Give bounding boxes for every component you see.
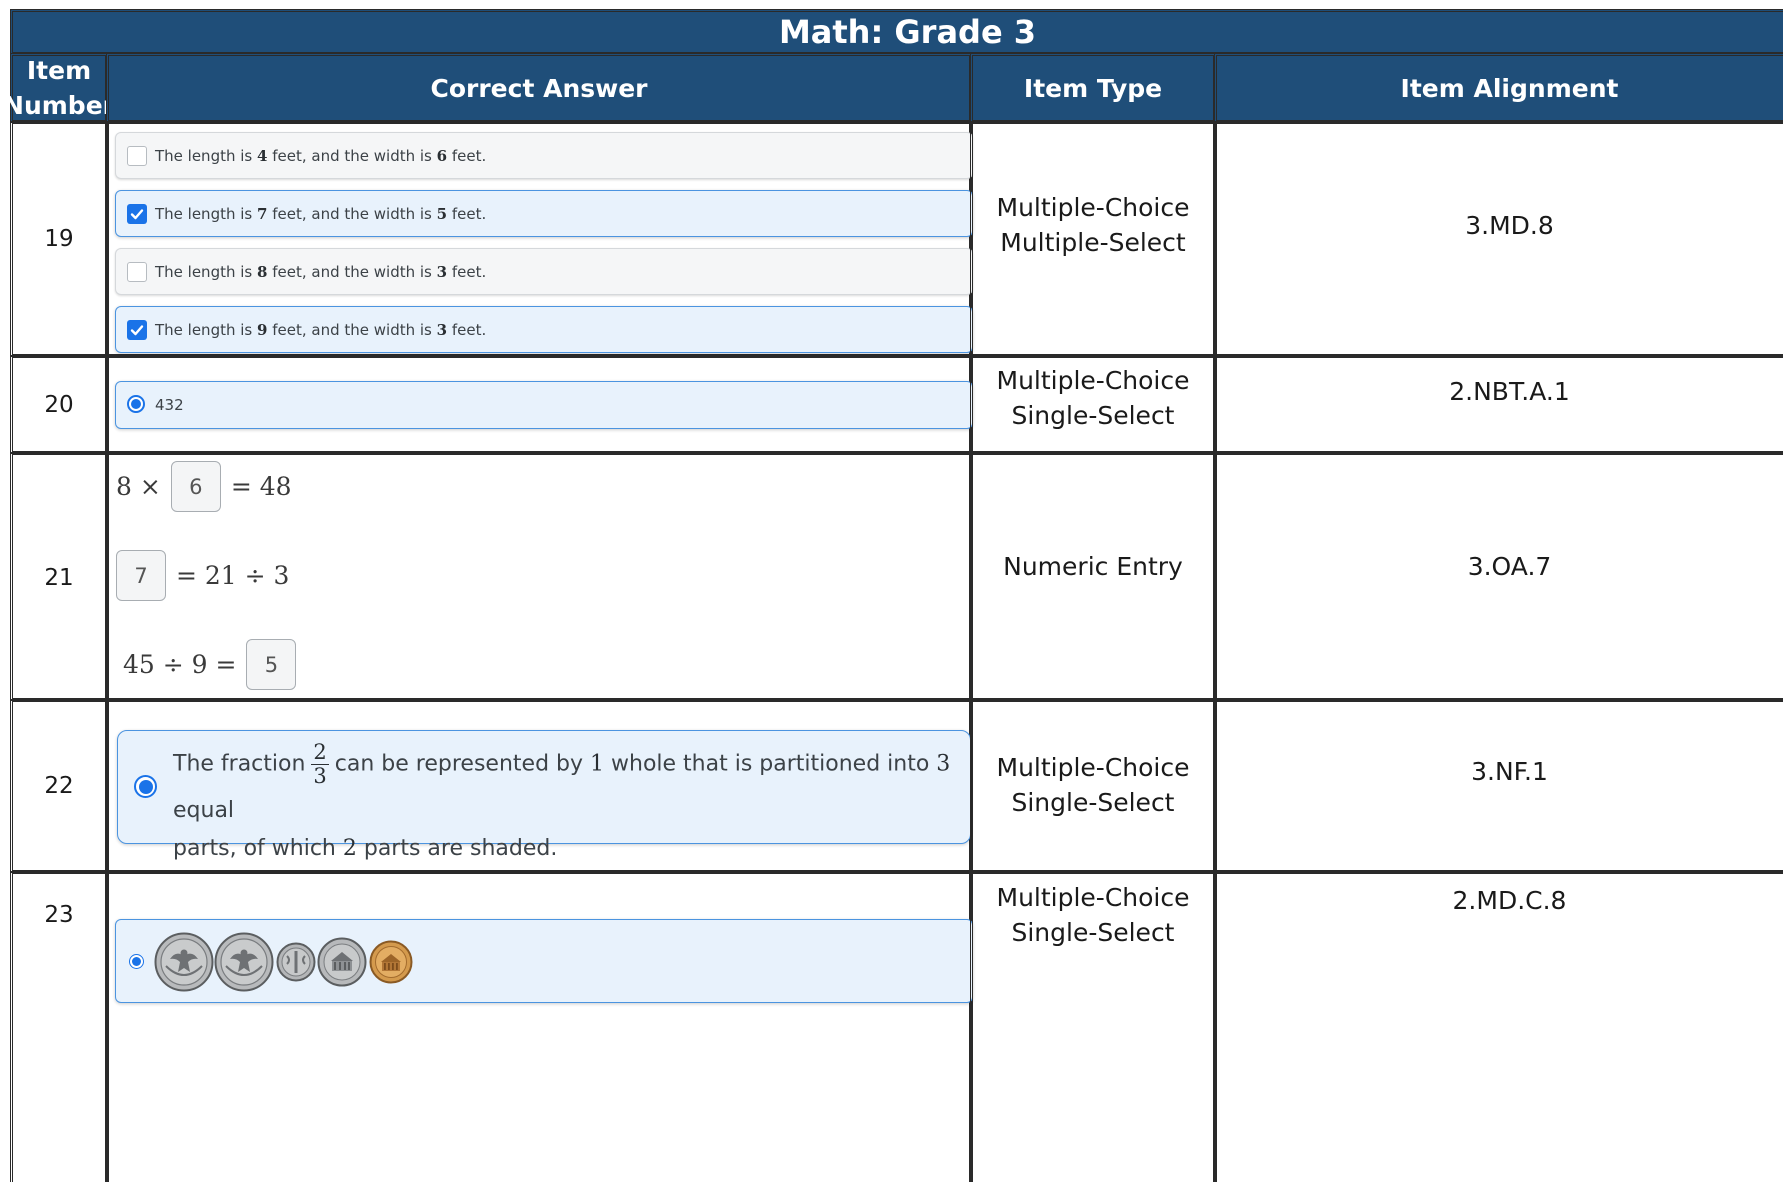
row-23-answer-cell <box>106 871 973 1182</box>
row-22-type-line1: Multiple-Choice <box>996 752 1190 782</box>
row-23-type-line2: Single-Select <box>1011 917 1175 947</box>
header-item-alignment-text: Item Alignment <box>1400 73 1619 103</box>
row-22-answer-line-1: The fraction 2 3 can be represented by 1 wh… <box>173 740 951 824</box>
row-21-eq1-right: = 48 <box>230 472 292 501</box>
row-23-choice[interactable] <box>115 919 973 1003</box>
row-19-choice-2-text: The length is 7 feet, and the width is 5… <box>155 204 487 223</box>
row-19-answer-cell: The length is 4 feet, and the width is 6… <box>106 121 973 357</box>
row-22-number: 22 <box>44 773 74 799</box>
row-22-choice[interactable]: The fraction 2 3 can be represented by 1 wh… <box>117 730 971 861</box>
row-23-type-line1: Multiple-Choice <box>996 882 1190 912</box>
row-22-alignment-cell: 3.NF.1 <box>1214 699 1783 873</box>
row-23-coins <box>154 932 413 992</box>
row-21-eq1-left: 8 × <box>116 472 161 501</box>
row-22-alignment: 3.NF.1 <box>1471 756 1548 786</box>
row-22-answer-cell: The fraction 2 3 can be represented by 1 wh… <box>106 699 972 873</box>
header-item-number: Item Number <box>3 53 115 123</box>
row-21-alignment-cell: 3.OA.7 <box>1214 452 1783 701</box>
row-21-eq3-left: 45 ÷ 9 = <box>123 650 237 679</box>
unchecked-checkbox-icon[interactable] <box>127 262 147 282</box>
row-20-answer: 432 <box>155 396 184 414</box>
row-20-alignment-cell: 2.NBT.A.1 <box>1214 355 1783 454</box>
row-19-type-cell: Multiple-Choice Multiple-Select <box>970 121 1216 357</box>
row-19-choice-1-text: The length is 4 feet, and the width is 6… <box>155 146 487 165</box>
dime-coin-icon <box>276 942 316 982</box>
row-20-type-line2: Single-Select <box>1011 401 1175 430</box>
header-item-number-line1: Item <box>26 56 92 85</box>
row-21-eq3-input[interactable]: 5 <box>246 639 297 690</box>
row-19-type-line2: Multiple-Select <box>1000 228 1186 257</box>
header-item-type: Item Type <box>970 53 1216 123</box>
table-title: Math: Grade 3 <box>10 9 1783 55</box>
row-19-choice-3-text: The length is 8 feet, and the width is 3… <box>155 262 487 281</box>
row-19-choice-4[interactable]: The length is 9 feet, and the width is 3… <box>115 306 973 353</box>
row-21-equation-3: 45 ÷ 9 = 5 <box>123 639 297 690</box>
header-item-alignment: Item Alignment <box>1214 53 1783 123</box>
row-21-type: Numeric Entry <box>1003 552 1183 581</box>
row-21-alignment: 3.OA.7 <box>1467 552 1552 581</box>
row-21-eq2-input[interactable]: 7 <box>116 550 166 601</box>
selected-radio-icon[interactable] <box>129 954 144 969</box>
row-20-type-line1: Multiple-Choice <box>996 366 1190 395</box>
row-21-eq2-right: = 21 ÷ 3 <box>176 561 290 590</box>
header-item-number-line2: Number <box>3 91 115 120</box>
row-21-equation-1: 8 × 6 = 48 <box>116 461 292 512</box>
row-21-eq1-input[interactable]: 6 <box>170 461 221 512</box>
row-19-number-cell: 19 <box>10 121 108 357</box>
row-21-number: 21 <box>44 564 74 591</box>
row-21-answer-cell: 8 × 6 = 48 7 = 21 ÷ 3 45 ÷ 9 = 5 <box>106 452 972 701</box>
nickel-coin-icon <box>317 937 367 987</box>
header-correct-answer-text: Correct Answer <box>430 73 648 103</box>
unchecked-checkbox-icon[interactable] <box>127 146 147 166</box>
selected-radio-icon[interactable] <box>134 775 157 798</box>
row-22-answer-line-2: parts, of which 2 parts are shaded. <box>173 836 558 861</box>
checked-checkbox-icon[interactable] <box>127 320 147 340</box>
row-21-equation-2: 7 = 21 ÷ 3 <box>116 550 289 601</box>
row-19-alignment: 3.MD.8 <box>1465 210 1554 240</box>
row-20-answer-cell: 432 <box>106 355 973 454</box>
row-19-type-line1: Multiple-Choice <box>996 193 1190 222</box>
header-correct-answer: Correct Answer <box>106 53 972 123</box>
row-23-type-cell: Multiple-Choice Single-Select <box>970 871 1216 1182</box>
row-20-alignment: 2.NBT.A.1 <box>1449 377 1570 406</box>
answer-key-table: Math: Grade 3 Item Number Correct Answer… <box>0 0 1783 1182</box>
row-22-number-cell: 22 <box>10 699 108 873</box>
penny-coin-icon <box>369 940 413 984</box>
row-19-choice-4-text: The length is 9 feet, and the width is 3… <box>155 320 487 339</box>
row-20-number: 20 <box>44 391 74 418</box>
row-22-type-line2: Single-Select <box>1011 787 1175 817</box>
row-22-type-cell: Multiple-Choice Single-Select <box>970 699 1216 873</box>
row-23-alignment-cell: 2.MD.C.8 <box>1214 871 1783 1182</box>
row-20-type-cell: Multiple-Choice Single-Select <box>970 355 1216 454</box>
row-23-number: 23 <box>44 901 74 928</box>
fraction-two-thirds: 23 <box>311 740 329 788</box>
row-20-number-cell: 20 <box>10 355 108 454</box>
quarter-coin-icon <box>214 932 274 992</box>
selected-radio-icon[interactable] <box>127 395 145 413</box>
table-title-text: Math: Grade 3 <box>778 13 1037 51</box>
row-23-alignment: 2.MD.C.8 <box>1452 885 1567 915</box>
row-19-choice-1[interactable]: The length is 4 feet, and the width is 6… <box>115 132 973 179</box>
row-20-choice[interactable]: 432 <box>115 381 973 429</box>
row-23-number-cell: 23 <box>10 871 108 1182</box>
row-19-choice-2[interactable]: The length is 7 feet, and the width is 5… <box>115 190 973 237</box>
quarter-coin-icon <box>154 932 214 992</box>
row-19-alignment-cell: 3.MD.8 <box>1214 121 1783 357</box>
header-item-type-text: Item Type <box>1023 73 1163 103</box>
row-19-choice-3[interactable]: The length is 8 feet, and the width is 3… <box>115 248 973 295</box>
row-19-number: 19 <box>44 226 74 252</box>
row-21-number-cell: 21 <box>10 452 108 701</box>
row-22-answer-text: The fraction 2 3 can be represented by 1 wh… <box>173 741 970 865</box>
row-21-type-cell: Numeric Entry <box>970 452 1216 701</box>
checked-checkbox-icon[interactable] <box>127 204 147 224</box>
